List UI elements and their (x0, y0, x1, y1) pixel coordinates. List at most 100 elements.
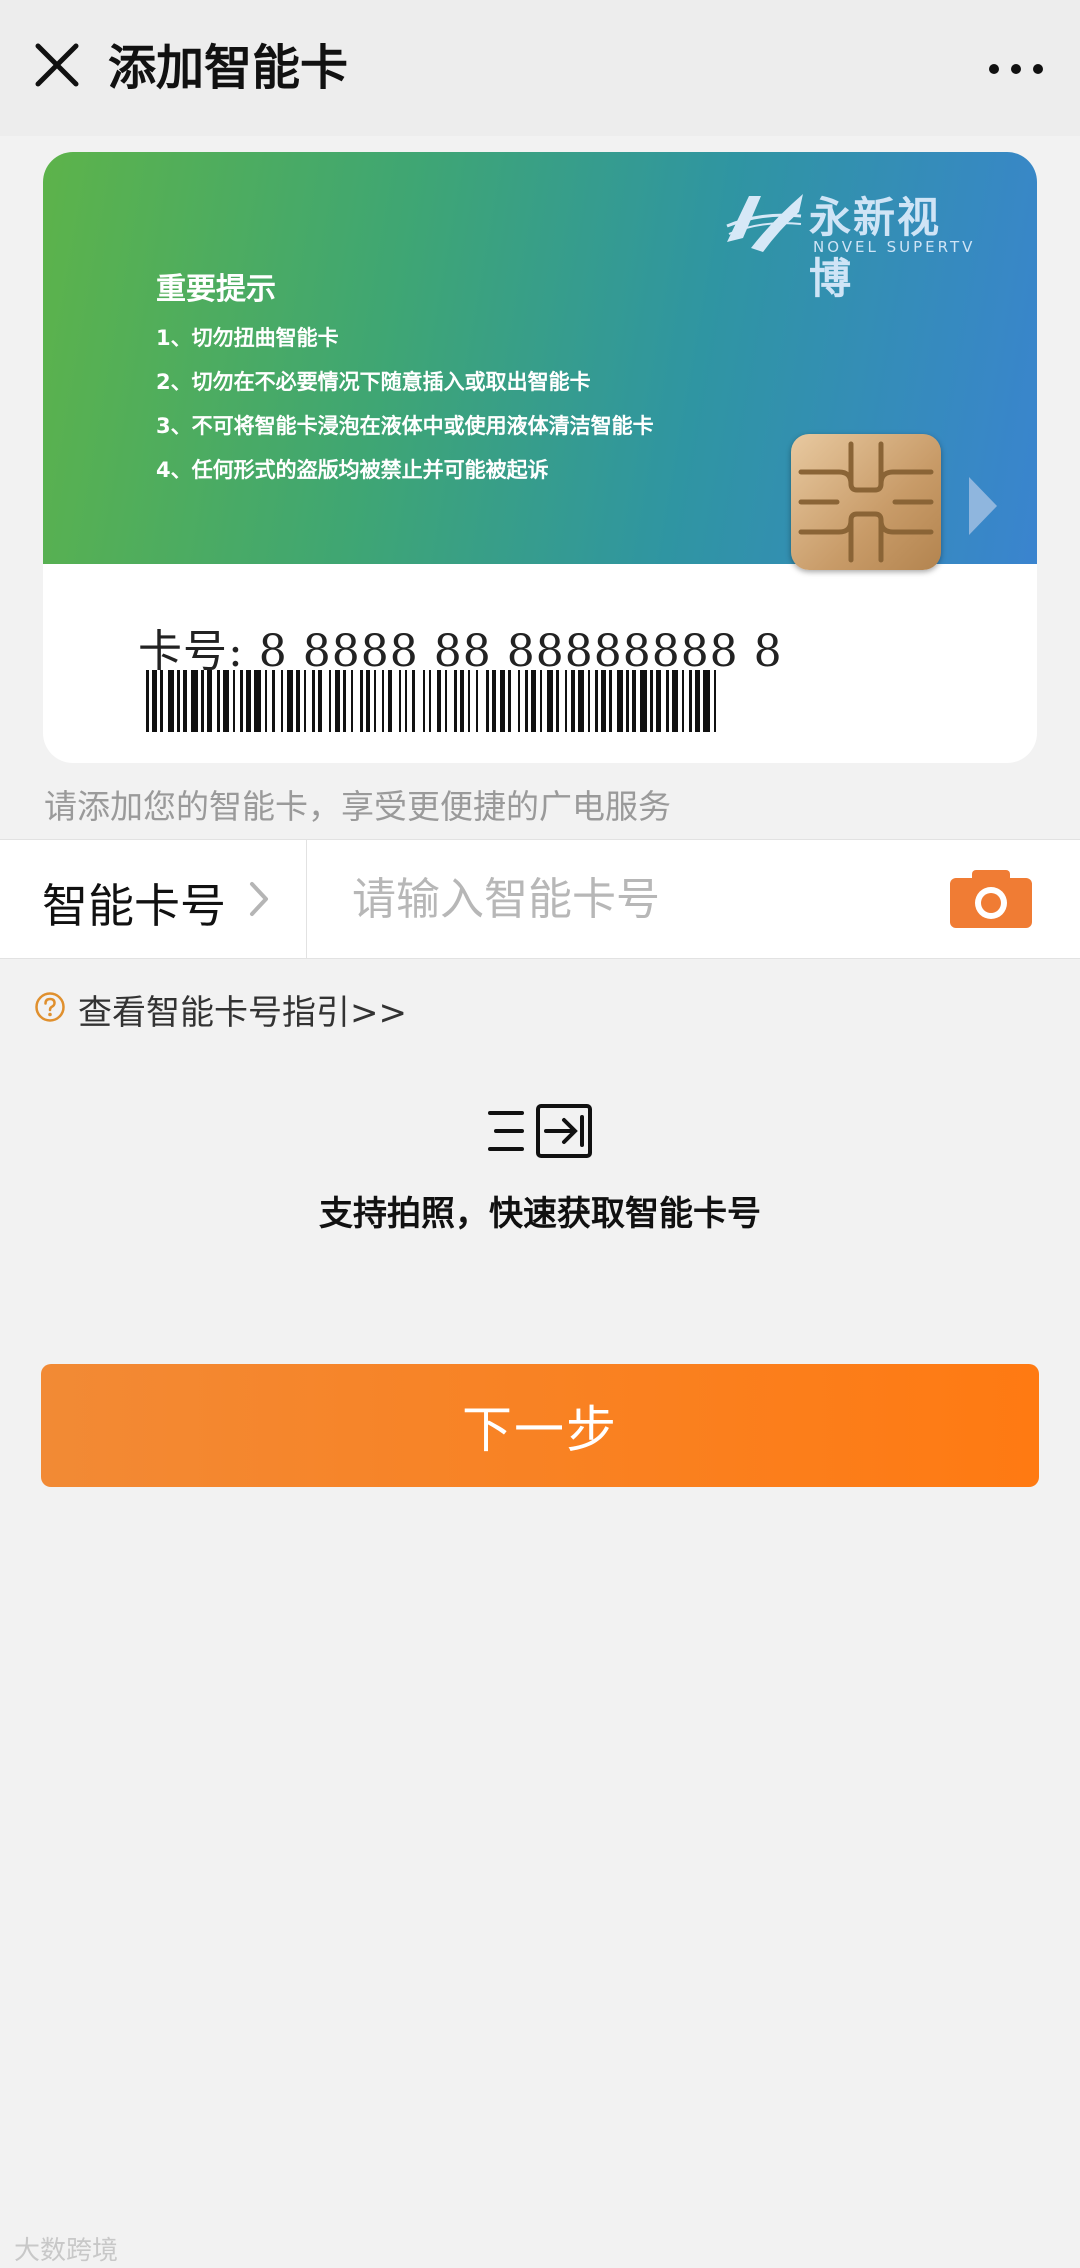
more-dots-icon (989, 64, 1043, 74)
barcode-bar (640, 670, 647, 732)
barcode-bar (437, 670, 441, 732)
smart-card-illustration: 永新视博 NOVEL SUPERTV 重要提示 1、切勿扭曲智能卡 2、切勿在不… (43, 152, 1037, 763)
barcode-bar (201, 670, 204, 732)
barcode-bar (609, 670, 612, 732)
barcode-bar (540, 670, 542, 732)
barcode-bar (304, 670, 306, 732)
barcode-bar (265, 670, 267, 732)
page-title: 添加智能卡 (108, 40, 349, 96)
barcode-bar (160, 670, 163, 732)
barcode-bar (296, 670, 300, 732)
watermark: 大数跨境 (14, 2236, 119, 2266)
barcode-bar (254, 670, 261, 732)
barcode-bar (476, 670, 478, 732)
scan-caption: 支持拍照，快速获取智能卡号 (319, 1194, 761, 1234)
barcode-bar (429, 670, 431, 732)
barcode-bar (531, 670, 536, 732)
notice-item: 4、任何形式的盗版均被禁止并可能被起诉 (156, 458, 549, 482)
barcode-bar (351, 670, 353, 732)
barcode-bar (601, 670, 606, 732)
barcode-bar (525, 670, 528, 732)
barcode-bar (617, 670, 623, 732)
barcode-bar (412, 670, 415, 732)
card-insert-arrow-icon (969, 477, 997, 535)
card-number-input[interactable] (350, 866, 914, 932)
barcode-bar (360, 670, 363, 732)
brand-logo: 永新视博 NOVEL SUPERTV (721, 182, 981, 303)
top-bar: 添加智能卡 (0, 0, 1080, 136)
divider (306, 840, 307, 958)
notice-item: 1、切勿扭曲智能卡 (156, 326, 339, 350)
notice-title: 重要提示 (156, 272, 276, 307)
barcode-bar (468, 670, 470, 732)
chevron-right-icon[interactable] (248, 880, 270, 918)
brand-name-en: NOVEL SUPERTV (813, 238, 976, 256)
barcode-bar (695, 670, 700, 732)
more-button[interactable] (986, 44, 1046, 94)
barcode-bar (281, 670, 283, 732)
barcode-bar (460, 670, 464, 732)
barcode-bar (689, 670, 692, 732)
close-icon (35, 43, 79, 87)
barcode-bar (492, 670, 496, 732)
barcode-bar (318, 670, 322, 732)
barcode-bar (595, 670, 598, 732)
barcode-bar (217, 670, 220, 732)
barcode-bar (287, 670, 293, 732)
barcode-bar (656, 670, 661, 732)
barcode-bar (343, 670, 346, 732)
add-card-hint: 请添加您的智能卡，享受更便捷的广电服务 (44, 787, 671, 826)
barcode-bar (714, 670, 716, 732)
question-circle-icon (35, 992, 65, 1022)
barcode-bar (565, 670, 567, 732)
notice-item: 3、不可将智能卡浸泡在液体中或使用液体清洁智能卡 (156, 414, 654, 438)
barcode-bar (682, 670, 684, 732)
barcode-bar (666, 670, 669, 732)
barcode-bar (191, 670, 198, 732)
guide-link-text: 查看智能卡号指引>> (78, 993, 407, 1033)
card-face: 永新视博 NOVEL SUPERTV 重要提示 1、切勿扭曲智能卡 2、切勿在不… (43, 152, 1037, 570)
barcode-bar (240, 670, 243, 732)
barcode-bar (556, 670, 559, 732)
barcode-bar (399, 670, 401, 732)
barcode-bar (246, 670, 251, 732)
barcode-bar (508, 670, 511, 732)
barcode-bar (405, 670, 407, 732)
barcode-bar (223, 670, 229, 732)
barcode-bar (703, 670, 710, 732)
barcode-bar (486, 670, 489, 732)
barcode-bar (626, 670, 629, 732)
barcode-image (146, 670, 716, 732)
barcode-bar (152, 670, 157, 732)
barcode-bar (233, 670, 235, 732)
barcode-bar (272, 670, 275, 732)
barcode-bar (632, 670, 636, 732)
barcode-bar (329, 670, 331, 732)
barcode-bar (382, 670, 384, 732)
barcode-bar (588, 670, 590, 732)
brand-logo-icon (726, 194, 803, 252)
chip-icon (791, 434, 941, 570)
barcode-bar (500, 670, 505, 732)
barcode-bar (578, 670, 584, 732)
barcode-bar (312, 670, 315, 732)
barcode-bar (571, 670, 575, 732)
barcode-bar (366, 670, 370, 732)
scan-input-icon[interactable] (486, 1103, 594, 1159)
close-button[interactable] (30, 38, 86, 94)
barcode-bar (146, 670, 149, 732)
barcode-bar (374, 670, 376, 732)
barcode-bar (388, 670, 392, 732)
barcode-bar (423, 670, 425, 732)
barcode-bar (547, 670, 553, 732)
barcode-bar (454, 670, 457, 732)
camera-icon[interactable] (948, 868, 1034, 930)
barcode-bar (177, 670, 180, 732)
barcode-bar (168, 670, 174, 732)
barcode-bar (183, 670, 187, 732)
barcode-bar (207, 670, 212, 732)
card-number-label: 智能卡号 (42, 879, 226, 933)
barcode-bar (518, 670, 520, 732)
next-button[interactable]: 下一步 (41, 1364, 1039, 1487)
notice-item: 2、切勿在不必要情况下随意插入或取出智能卡 (156, 370, 591, 394)
